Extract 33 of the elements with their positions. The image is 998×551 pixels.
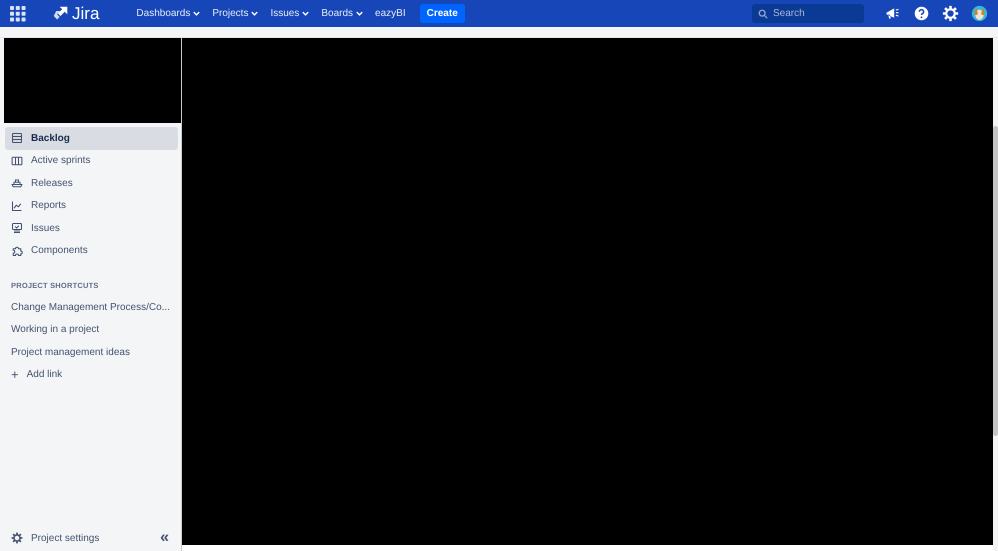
sidebar-item[interactable]: Active sprints (5, 150, 178, 172)
ship-icon (11, 177, 23, 190)
logo-text[interactable]: Jira (72, 4, 100, 24)
shortcut-link[interactable]: Working in a project (5, 318, 181, 341)
puzzle-icon (11, 244, 23, 257)
chart-icon (11, 200, 23, 212)
sidebar-item[interactable]: Issues (5, 217, 178, 240)
sidebar-item[interactable]: Components (5, 240, 178, 262)
logo-icon[interactable] (52, 5, 69, 22)
avatar-icon[interactable] (971, 5, 988, 22)
shortcut-link[interactable]: Change Management Process/Co... (5, 296, 181, 318)
nav-menu[interactable]: Projects (212, 8, 260, 19)
nav-menu[interactable]: Boards (321, 8, 364, 19)
app-grid-icon[interactable] (10, 6, 26, 22)
add-link[interactable]: + Add link (5, 364, 181, 386)
nav-menu[interactable]: Dashboards (136, 8, 202, 19)
shortcut-link[interactable]: Project management ideas (5, 341, 181, 364)
create-button[interactable]: Create (420, 4, 465, 23)
stack-icon (11, 132, 23, 144)
settings-icon[interactable] (942, 5, 959, 22)
gear-icon (11, 532, 23, 544)
scrollbar-thumb[interactable] (993, 126, 998, 436)
help-icon[interactable] (913, 5, 930, 22)
nav-menu[interactable]: eazyBI (375, 8, 406, 19)
search-field[interactable]: Search (752, 4, 864, 23)
sidebar-item[interactable]: Backlog (5, 127, 178, 150)
sidebar-item[interactable]: Reports (5, 194, 178, 217)
project-settings-link[interactable]: Project settings (11, 532, 100, 544)
monitor-icon (11, 222, 23, 234)
nav-menu[interactable]: Issues (270, 8, 310, 19)
collapse-button[interactable]: « (158, 531, 171, 545)
sidebar-item[interactable]: Releases (5, 172, 178, 194)
columns-icon (11, 154, 23, 167)
